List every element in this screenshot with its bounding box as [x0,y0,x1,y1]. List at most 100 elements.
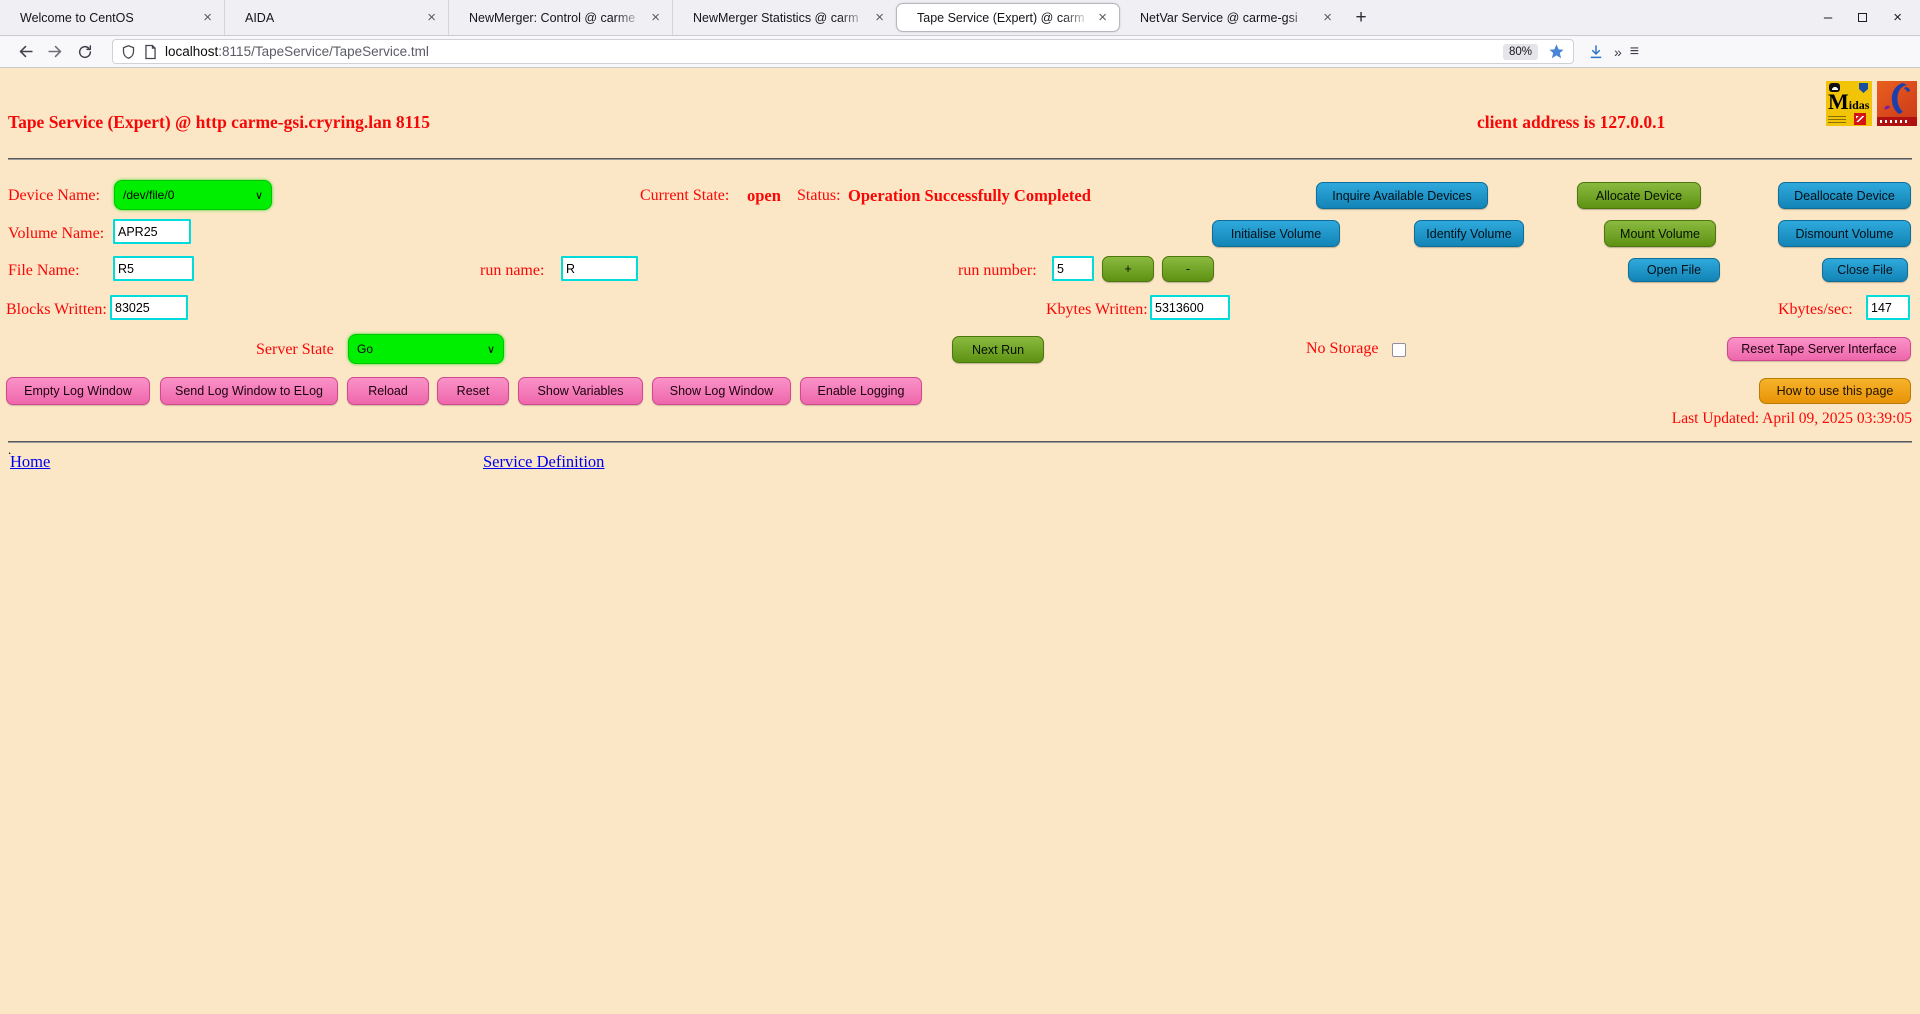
reset-button[interactable]: Reset [437,377,509,405]
tab-aida[interactable]: AIDA × [224,0,448,35]
service-definition-link[interactable]: Service Definition [483,452,604,472]
tab-label: AIDA [245,11,423,25]
run-number-input[interactable] [1052,256,1094,281]
zoom-level-badge[interactable]: 80% [1503,44,1538,60]
allocate-device-button[interactable]: Allocate Device [1577,182,1701,209]
shield-icon[interactable] [121,44,136,60]
volume-name-label: Volume Name: [8,225,104,243]
tab-label: NetVar Service @ carme-gsi [1140,11,1319,25]
gsi-swirl-icon [1877,81,1917,117]
current-state-label: Current State: [640,187,729,205]
no-storage-label: No Storage [1306,340,1378,358]
show-variables-button[interactable]: Show Variables [518,377,643,405]
tab-close-icon[interactable]: × [423,10,440,25]
footer-divider [8,441,1912,443]
gsi-logo-banner [1877,117,1917,126]
tab-label: Welcome to CentOS [20,11,199,25]
tab-label: NewMerger Statistics @ carm [693,11,871,25]
url-host: localhost [165,44,218,59]
kbytes-per-sec-input[interactable] [1866,295,1910,320]
menu-icon[interactable]: ≡ [1630,43,1639,61]
toolbar-right-icons: » ≡ [1588,43,1639,61]
url-bar[interactable]: localhost:8115/TapeService/TapeService.t… [112,39,1574,64]
file-name-input[interactable] [113,256,194,281]
mount-volume-button[interactable]: Mount Volume [1604,220,1716,247]
status-label: Status: [797,187,841,205]
maximize-button[interactable] [1858,13,1867,22]
empty-log-window-button[interactable]: Empty Log Window [6,377,150,405]
chevron-down-icon: ∨ [255,189,263,202]
chevron-down-icon: ∨ [487,343,495,356]
page-content: Tape Service (Expert) @ http carme-gsi.c… [0,68,1920,1014]
run-number-increment-button[interactable]: + [1102,256,1154,282]
tab-netvar-service[interactable]: NetVar Service @ carme-gsi × [1120,0,1344,35]
tab-close-icon[interactable]: × [647,10,664,25]
tab-close-icon[interactable]: × [1319,10,1336,25]
kbytes-written-input[interactable] [1150,295,1230,320]
device-name-label: Device Name: [8,187,100,205]
bookmark-star-icon[interactable] [1548,43,1565,60]
blocks-written-label: Blocks Written: [6,301,107,319]
inquire-available-devices-button[interactable]: Inquire Available Devices [1316,182,1488,209]
file-name-label: File Name: [8,262,80,280]
gsi-logo[interactable] [1877,81,1917,126]
send-log-window-to-elog-button[interactable]: Send Log Window to ELog [160,377,338,405]
tab-welcome-centos[interactable]: Welcome to CentOS × [0,0,224,35]
run-name-label: run name: [480,262,544,280]
how-to-use-this-page-button[interactable]: How to use this page [1759,378,1911,404]
tab-label: Tape Service (Expert) @ carm [917,11,1094,25]
window-controls: – × [1806,0,1920,35]
tab-bar: Welcome to CentOS × AIDA × NewMerger: Co… [0,0,1920,36]
status-value: Operation Successfully Completed [848,186,1091,206]
tab-tape-service-active[interactable]: Tape Service (Expert) @ carm × [896,3,1120,32]
more-tools-icon[interactable]: » [1614,44,1620,60]
deallocate-device-button[interactable]: Deallocate Device [1778,182,1911,209]
device-name-value: /dev/file/0 [123,188,174,202]
kbytes-written-label: Kbytes Written: [1046,301,1148,319]
blocks-written-input[interactable] [110,295,188,320]
reset-tape-server-interface-button[interactable]: Reset Tape Server Interface [1727,337,1911,361]
tab-close-icon[interactable]: × [871,10,888,25]
run-number-decrement-button[interactable]: - [1162,256,1214,282]
tab-bar-spacer [1378,0,1806,35]
midas-logo[interactable]: Midas [1826,81,1872,126]
back-button[interactable] [10,43,40,60]
show-log-window-button[interactable]: Show Log Window [652,377,791,405]
reload-button[interactable] [70,44,100,60]
open-file-button[interactable]: Open File [1628,258,1720,282]
client-address: client address is 127.0.0.1 [1477,112,1665,133]
tab-newmerger-control[interactable]: NewMerger: Control @ carme × [448,0,672,35]
minimize-button[interactable]: – [1824,10,1832,25]
tab-label: NewMerger: Control @ carme [469,11,647,25]
tab-newmerger-statistics[interactable]: NewMerger Statistics @ carm × [672,0,896,35]
server-state-select[interactable]: Go ∨ [348,334,504,364]
run-name-input[interactable] [561,256,638,281]
tab-close-icon[interactable]: × [199,10,216,25]
header-divider [8,158,1912,160]
page-info-icon[interactable] [144,44,157,60]
tab-close-icon[interactable]: × [1094,10,1111,25]
midas-logo-text: Midas [1828,93,1869,113]
enable-logging-button[interactable]: Enable Logging [800,377,922,405]
downloads-icon[interactable] [1588,44,1604,60]
run-number-label: run number: [958,262,1037,280]
midas-red-badge [1854,113,1866,125]
kbytes-per-sec-label: Kbytes/sec: [1778,301,1853,319]
identify-volume-button[interactable]: Identify Volume [1414,220,1524,247]
close-file-button[interactable]: Close File [1822,258,1908,282]
close-window-button[interactable]: × [1893,10,1902,25]
last-updated-text: Last Updated: April 09, 2025 03:39:05 [1672,410,1912,428]
new-tab-button[interactable]: + [1344,0,1378,35]
server-state-label: Server State [256,341,334,359]
navigation-toolbar: localhost:8115/TapeService/TapeService.t… [0,36,1920,68]
next-run-button[interactable]: Next Run [952,336,1044,363]
url-text: localhost:8115/TapeService/TapeService.t… [165,44,1503,59]
no-storage-checkbox[interactable] [1392,343,1406,357]
home-link[interactable]: Home [10,452,50,472]
forward-button[interactable] [40,43,70,60]
device-name-select[interactable]: /dev/file/0 ∨ [114,180,272,210]
dismount-volume-button[interactable]: Dismount Volume [1778,220,1911,247]
initialise-volume-button[interactable]: Initialise Volume [1212,220,1340,247]
volume-name-input[interactable] [113,219,191,244]
reload-page-button[interactable]: Reload [347,377,429,405]
